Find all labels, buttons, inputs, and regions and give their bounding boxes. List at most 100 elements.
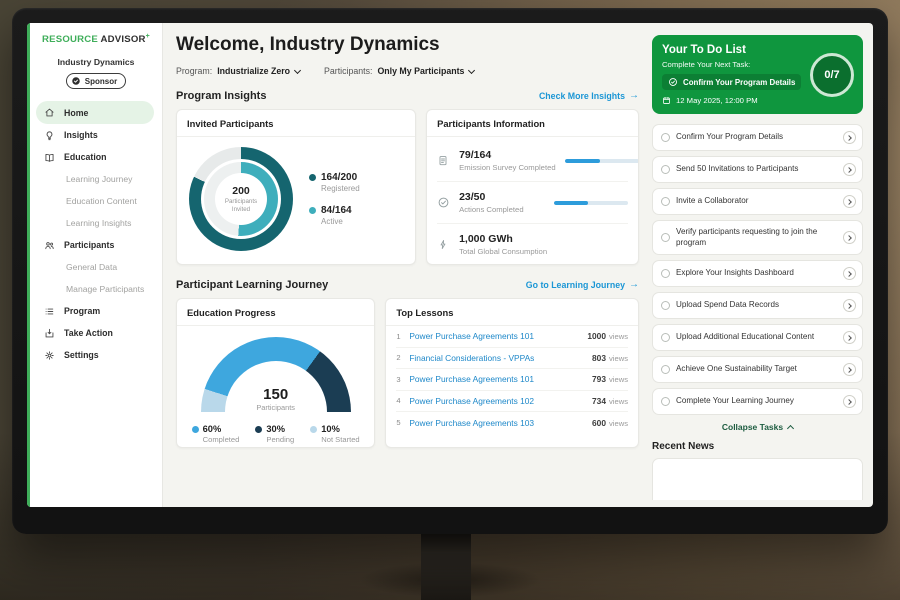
energy-bolt-icon bbox=[437, 238, 450, 251]
logo-plus: + bbox=[146, 33, 150, 40]
gauge-legend: 60% Completed 30% Pending 10% Not Starte… bbox=[192, 424, 360, 444]
sidebar-item-take-action[interactable]: Take Action bbox=[30, 322, 162, 344]
actions-progress-bar bbox=[554, 201, 628, 205]
legend-dot bbox=[310, 426, 317, 433]
education-progress-card: Education Progress 150 Participants bbox=[176, 298, 375, 448]
task-checkbox[interactable] bbox=[661, 165, 670, 174]
task-checkbox[interactable] bbox=[661, 333, 670, 342]
gauge-center-value: 150 bbox=[201, 386, 351, 403]
task-explore-insights[interactable]: Explore Your Insights Dashboard bbox=[652, 260, 863, 287]
task-list: Confirm Your Program Details Send 50 Inv… bbox=[652, 124, 863, 415]
gauge-center-label: Participants bbox=[201, 403, 351, 412]
task-chevron-button[interactable] bbox=[843, 331, 856, 344]
survey-icon bbox=[437, 154, 450, 167]
task-chevron-button[interactable] bbox=[843, 395, 856, 408]
task-verify-participants[interactable]: Verify participants requesting to join t… bbox=[652, 220, 863, 255]
top-lessons-card: Top Lessons 1 Power Purchase Agreements … bbox=[385, 298, 639, 448]
go-to-learning-journey-link[interactable]: Go to Learning Journey → bbox=[526, 280, 639, 290]
education-icon bbox=[44, 152, 56, 163]
info-row-consumption: 1,000 GWh Total Global Consumption bbox=[437, 224, 628, 265]
task-chevron-button[interactable] bbox=[843, 363, 856, 376]
legend-item: 30% Pending bbox=[255, 424, 294, 444]
sidebar-item-education[interactable]: Education bbox=[30, 146, 162, 168]
task-upload-educational-content[interactable]: Upload Additional Educational Content bbox=[652, 324, 863, 351]
donut-legend: 164/200 Registered 84/164 Active bbox=[309, 172, 360, 226]
task-invite-collaborator[interactable]: Invite a Collaborator bbox=[652, 188, 863, 215]
lesson-link[interactable]: Power Purchase Agreements 102 bbox=[409, 396, 534, 406]
home-icon bbox=[44, 107, 56, 118]
legend-item: 84/164 Active bbox=[309, 205, 360, 226]
monitor-stand bbox=[421, 527, 471, 600]
emission-survey-progress-bar bbox=[565, 159, 639, 163]
lesson-row: 1 Power Purchase Agreements 101 1000view… bbox=[396, 326, 628, 348]
legend-dot bbox=[309, 174, 316, 181]
next-task-time: 12 May 2025, 12:00 PM bbox=[662, 96, 853, 105]
task-confirm-program-details[interactable]: Confirm Your Program Details bbox=[652, 124, 863, 151]
sidebar-item-program[interactable]: Program bbox=[30, 300, 162, 322]
participants-information-card: Participants Information 79/164 Emission… bbox=[426, 109, 639, 265]
task-upload-spend-data[interactable]: Upload Spend Data Records bbox=[652, 292, 863, 319]
section-title-program-insights: Program Insights bbox=[176, 90, 266, 102]
lesson-link[interactable]: Financial Considerations - VPPAs bbox=[409, 353, 534, 363]
app-logo: RESOURCE ADVISOR+ bbox=[30, 33, 162, 45]
actions-check-icon bbox=[437, 196, 450, 209]
program-select[interactable]: Industrialize Zero bbox=[217, 66, 300, 76]
sidebar-item-general-data[interactable]: General Data bbox=[30, 256, 162, 278]
sidebar-item-settings[interactable]: Settings bbox=[30, 344, 162, 366]
legend-item: 10% Not Started bbox=[310, 424, 359, 444]
task-complete-learning-journey[interactable]: Complete Your Learning Journey bbox=[652, 388, 863, 415]
sidebar-item-education-content[interactable]: Education Content bbox=[30, 190, 162, 212]
card-title: Education Progress bbox=[177, 299, 374, 326]
lesson-link[interactable]: Power Purchase Agreements 101 bbox=[409, 374, 534, 384]
sidebar-item-home[interactable]: Home bbox=[36, 101, 154, 124]
program-select-value: Industrialize Zero bbox=[217, 66, 290, 76]
participants-select[interactable]: Only My Participants bbox=[377, 66, 474, 76]
next-task-chip[interactable]: Confirm Your Program Details bbox=[662, 74, 801, 90]
task-checkbox[interactable] bbox=[661, 301, 670, 310]
check-circle-icon bbox=[668, 77, 678, 87]
gear-icon bbox=[44, 350, 56, 361]
chevron-down-icon bbox=[468, 66, 475, 73]
task-checkbox[interactable] bbox=[661, 269, 670, 278]
sidebar-item-participants[interactable]: Participants bbox=[30, 234, 162, 256]
collapse-tasks-link[interactable]: Collapse Tasks bbox=[652, 422, 863, 432]
lesson-link[interactable]: Power Purchase Agreements 101 bbox=[409, 331, 534, 341]
sidebar: RESOURCE ADVISOR+ Industry Dynamics Spon… bbox=[30, 23, 163, 507]
program-filter-label: Program: bbox=[176, 66, 212, 76]
sidebar-item-manage-participants[interactable]: Manage Participants bbox=[30, 278, 162, 300]
filters-row: Program: Industrialize Zero Participants… bbox=[176, 66, 639, 76]
sponsor-badge: Sponsor bbox=[66, 73, 126, 89]
participants-select-value: Only My Participants bbox=[377, 66, 464, 76]
invited-participants-card: Invited Participants 200 Participants In… bbox=[176, 109, 416, 265]
task-checkbox[interactable] bbox=[661, 397, 670, 406]
task-chevron-button[interactable] bbox=[843, 131, 856, 144]
recent-news-card[interactable] bbox=[652, 458, 863, 500]
legend-item: 60% Completed bbox=[192, 424, 240, 444]
donut-center-value: 200 bbox=[232, 185, 250, 197]
lesson-row: 2 Financial Considerations - VPPAs 803vi… bbox=[396, 348, 628, 370]
task-send-invitations[interactable]: Send 50 Invitations to Participants bbox=[652, 156, 863, 183]
task-chevron-button[interactable] bbox=[843, 195, 856, 208]
arrow-right-icon: → bbox=[629, 91, 639, 101]
task-chevron-button[interactable] bbox=[843, 299, 856, 312]
task-checkbox[interactable] bbox=[661, 365, 670, 374]
lesson-link[interactable]: Power Purchase Agreements 103 bbox=[409, 418, 534, 428]
check-more-insights-link[interactable]: Check More Insights → bbox=[539, 91, 639, 101]
todo-header-card: Your To Do List Complete Your Next Task:… bbox=[652, 35, 863, 114]
card-title: Participants Information bbox=[427, 110, 638, 137]
legend-item: 164/200 Registered bbox=[309, 172, 360, 193]
logo-resource: RESOURCE bbox=[42, 34, 98, 45]
sidebar-item-insights[interactable]: Insights bbox=[30, 124, 162, 146]
sidebar-item-learning-journey[interactable]: Learning Journey bbox=[30, 168, 162, 190]
card-title: Invited Participants bbox=[177, 110, 415, 137]
recent-news-title: Recent News bbox=[652, 441, 863, 452]
task-checkbox[interactable] bbox=[661, 197, 670, 206]
desk-scene: RESOURCE ADVISOR+ Industry Dynamics Spon… bbox=[0, 0, 900, 600]
sidebar-item-learning-insights[interactable]: Learning Insights bbox=[30, 212, 162, 234]
task-chevron-button[interactable] bbox=[843, 267, 856, 280]
task-chevron-button[interactable] bbox=[843, 163, 856, 176]
task-achieve-sustainability-target[interactable]: Achieve One Sustainability Target bbox=[652, 356, 863, 383]
task-checkbox[interactable] bbox=[661, 233, 670, 242]
task-chevron-button[interactable] bbox=[843, 231, 856, 244]
task-checkbox[interactable] bbox=[661, 133, 670, 142]
